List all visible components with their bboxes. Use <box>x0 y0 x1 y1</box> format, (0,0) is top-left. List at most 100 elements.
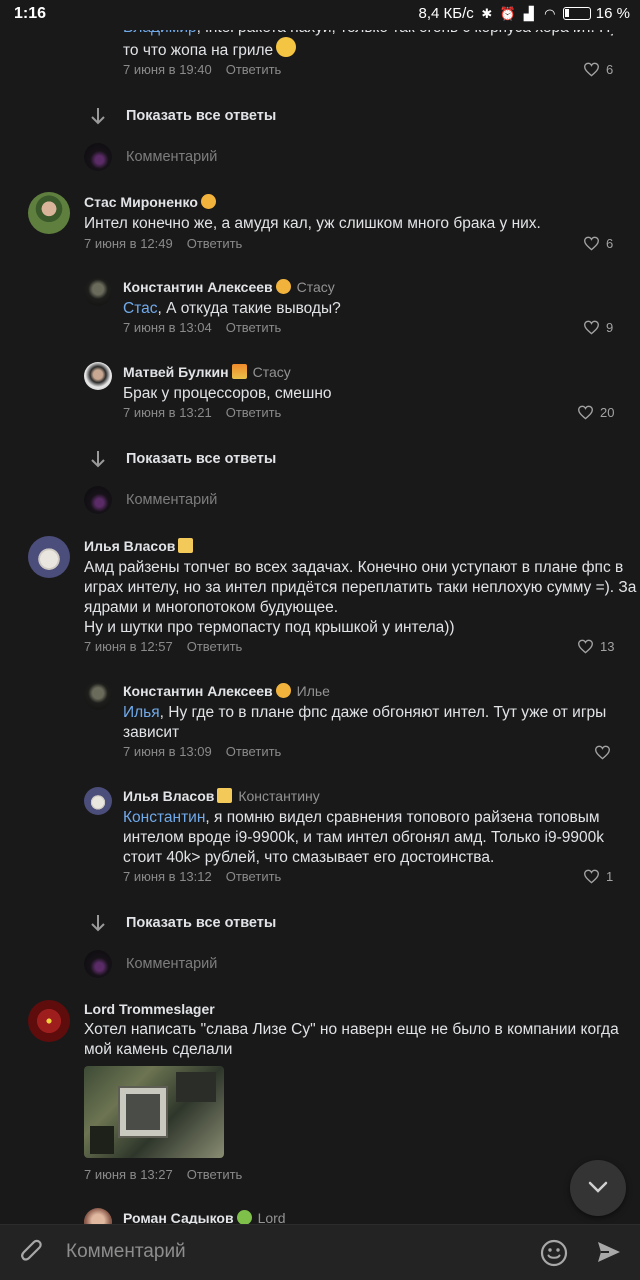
heart-icon <box>583 236 600 251</box>
avatar[interactable] <box>28 536 70 578</box>
comment-meta: 7 июня в 13:04 Ответить <box>123 320 281 335</box>
reply-comment-input[interactable]: Комментарий <box>126 956 217 972</box>
my-avatar <box>84 486 112 514</box>
emoji-icon[interactable] <box>540 1239 568 1267</box>
like-button[interactable]: 6 <box>583 236 613 251</box>
emoji-icon <box>200 194 216 209</box>
heart-icon <box>583 869 600 884</box>
attach-icon[interactable] <box>20 1239 46 1267</box>
status-time: 1:16 <box>14 5 47 22</box>
reply-button[interactable]: Ответить <box>226 405 282 420</box>
like-button[interactable]: 20 <box>577 405 614 420</box>
mention-link[interactable]: Илья <box>123 704 160 721</box>
comment-text-line: то что жопа на гриле <box>123 37 297 61</box>
comment-date: 7 июня в 12:49 <box>84 236 173 251</box>
like-count: 6 <box>606 236 614 251</box>
comment-meta: 7 июня в 19:40 Ответить <box>123 62 281 77</box>
author-name[interactable]: Lord Trommeslager <box>84 1001 215 1017</box>
like-button[interactable]: 13 <box>577 639 614 654</box>
chevron-down-icon <box>588 1181 608 1193</box>
avatar[interactable] <box>84 787 112 815</box>
like-count: 9 <box>606 320 614 335</box>
author-name[interactable]: Константин Алексеев Илье <box>123 683 330 699</box>
arrow-down-icon <box>91 108 105 125</box>
reply-button[interactable]: Ответить <box>226 869 282 884</box>
scroll-down-button[interactable] <box>570 1160 626 1216</box>
laughing-emoji-icon <box>276 37 297 57</box>
show-all-replies-button[interactable]: Показать все ответы <box>126 915 276 931</box>
heart-icon <box>583 320 600 335</box>
reply-button[interactable]: Ответить <box>187 236 243 251</box>
like-button[interactable] <box>594 745 611 760</box>
status-bar: 1:16 8,4 КБ/с ✱ ⏰ ▟ ◠ 16 % <box>0 0 640 30</box>
battery-icon <box>562 7 591 20</box>
comment-meta: 7 июня в 13:21 Ответить <box>123 405 281 420</box>
avatar[interactable] <box>84 362 112 390</box>
attached-photo[interactable] <box>84 1066 224 1158</box>
sick-emoji-icon <box>236 1210 252 1225</box>
reply-to[interactable]: Илье <box>297 683 330 699</box>
reply-comment-input[interactable]: Комментарий <box>126 492 217 508</box>
arrow-down-icon <box>91 451 105 468</box>
like-button[interactable]: 9 <box>583 320 613 335</box>
comment-composer: Комментарий <box>0 1224 640 1280</box>
heart-icon <box>583 62 600 77</box>
comment-date: 7 июня в 13:21 <box>123 405 212 420</box>
comment-line: ядрами и многопотоком будующее. <box>84 599 339 616</box>
heart-icon <box>577 405 594 420</box>
reply-to[interactable]: Константину <box>238 788 319 804</box>
like-button[interactable]: 6 <box>583 62 613 77</box>
comment-line: Хотел написать "слава Лизе Су" но наверн… <box>84 1021 619 1038</box>
show-all-replies-button[interactable]: Показать все ответы <box>126 451 276 467</box>
like-count: 1 <box>606 869 614 884</box>
comment-line: зависит <box>123 724 180 741</box>
comment-line: стоит 40k> рублей, что смазывает его дос… <box>123 849 495 866</box>
status-right: 8,4 КБ/с ✱ ⏰ ▟ ◠ 16 % <box>419 5 630 22</box>
comment-text: Интел конечно же, а амудя кал, уж слишко… <box>84 215 541 232</box>
comment-meta: 7 июня в 12:57 Ответить <box>84 639 242 654</box>
emoji-icon <box>275 683 291 698</box>
mention-link[interactable]: Константин <box>123 809 205 826</box>
comment-meta: 7 июня в 13:12 Ответить <box>123 869 281 884</box>
show-all-replies-button[interactable]: Показать все ответы <box>126 108 276 124</box>
reply-button[interactable]: Ответить <box>226 744 282 759</box>
alarm-icon: ⏰ <box>499 5 516 21</box>
author-name[interactable]: Матвей Булкин Стасу <box>123 364 291 380</box>
reply-to[interactable]: Стасу <box>297 279 335 295</box>
avatar[interactable] <box>84 682 112 710</box>
send-icon[interactable] <box>596 1239 622 1265</box>
reply-button[interactable]: Ответить <box>187 639 243 654</box>
avatar[interactable] <box>84 278 112 306</box>
reply-button[interactable]: Ответить <box>187 1167 243 1182</box>
comment-text: Стас, А откуда такие выводы? <box>123 300 341 317</box>
like-button[interactable]: 1 <box>583 869 613 884</box>
comment-line: интелом вроде i9-9900k, и там интел обго… <box>123 829 604 846</box>
comment-date: 7 июня в 12:57 <box>84 639 173 654</box>
battery-level: 16 % <box>595 5 630 22</box>
comment-input[interactable]: Комментарий <box>66 1241 186 1263</box>
author-name[interactable]: Илья Власов Константину <box>123 788 320 804</box>
cheese-emoji-icon <box>178 538 194 553</box>
avatar[interactable] <box>28 1000 70 1042</box>
reply-comment-input[interactable]: Комментарий <box>126 149 217 165</box>
comment-meta: 7 июня в 13:09 Ответить <box>123 744 281 759</box>
reply-button[interactable]: Ответить <box>226 320 282 335</box>
comment-text: Илья, Ну где то в плане фпс даже обгоняю… <box>123 704 607 721</box>
mention-link[interactable]: Стас <box>123 300 158 317</box>
signal-icon: ▟ <box>523 5 534 21</box>
my-avatar <box>84 143 112 171</box>
reply-button[interactable]: Ответить <box>226 62 282 77</box>
author-name[interactable]: Константин Алексеев Стасу <box>123 279 335 295</box>
author-name[interactable]: Стас Мироненко <box>84 194 216 210</box>
network-speed: 8,4 КБ/с <box>418 5 474 22</box>
heart-icon <box>577 639 594 654</box>
reply-to[interactable]: Стасу <box>253 364 291 380</box>
arrow-down-icon <box>91 915 105 932</box>
comment-line: играх интелу, но за интел придётся переп… <box>84 579 637 596</box>
comment-date: 7 июня в 13:27 <box>84 1167 173 1182</box>
avatar[interactable] <box>28 192 70 234</box>
author-name[interactable]: Илья Власов <box>84 538 194 554</box>
comment-date: 7 июня в 13:09 <box>123 744 212 759</box>
comment-date: 7 июня в 13:12 <box>123 869 212 884</box>
my-avatar <box>84 950 112 978</box>
